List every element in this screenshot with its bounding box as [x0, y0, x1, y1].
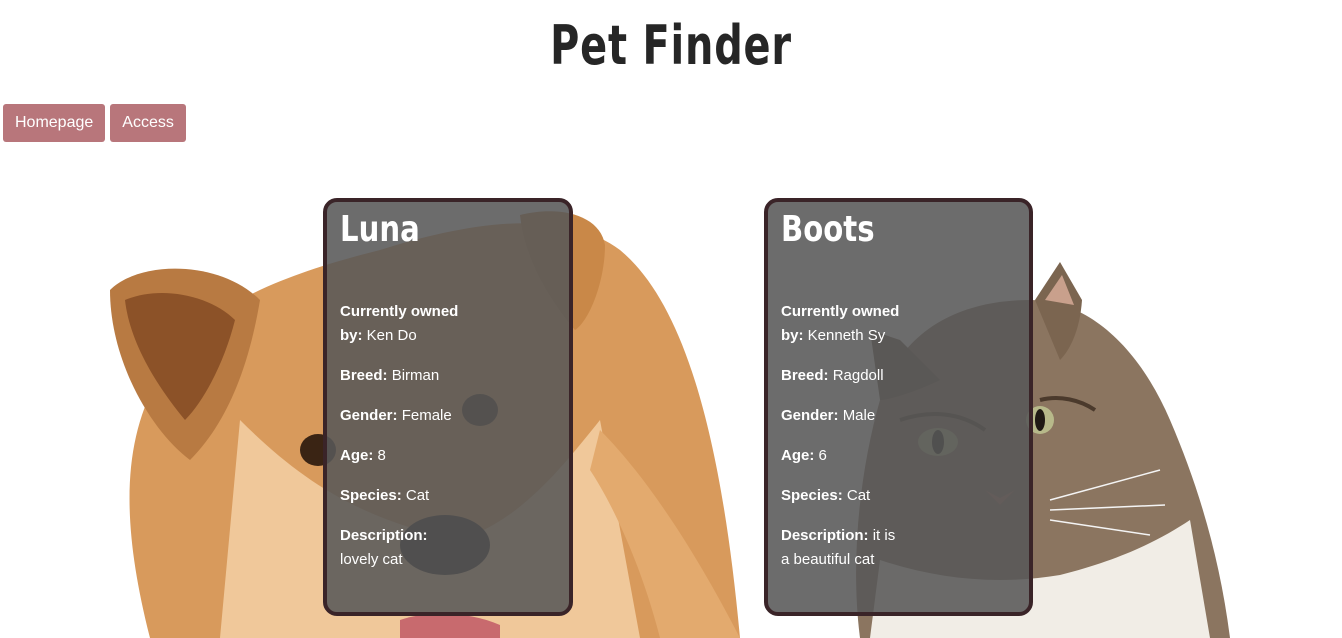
pet-species: Species: Cat — [340, 484, 465, 508]
description-value: lovely cat — [340, 551, 403, 568]
gender-label: Gender: — [781, 407, 839, 424]
pet-breed: Breed: Ragdoll — [781, 364, 906, 388]
species-label: Species: — [781, 487, 843, 504]
species-label: Species: — [340, 487, 402, 504]
breed-label: Breed: — [781, 367, 829, 384]
pet-name: Luna — [340, 209, 420, 250]
page-title: Pet Finder — [550, 14, 792, 77]
breed-value: Ragdoll — [832, 367, 884, 384]
gender-value: Male — [842, 407, 876, 424]
dog-and-cat-background-image — [110, 211, 1230, 638]
species-value: Cat — [405, 487, 430, 504]
description-label: Description: — [781, 527, 869, 544]
breed-label: Breed: — [340, 367, 388, 384]
age-label: Age: — [781, 447, 815, 464]
pet-age: Age: 8 — [340, 444, 465, 468]
homepage-button[interactable]: Homepage — [3, 104, 106, 142]
pet-breed: Breed: Birman — [340, 364, 465, 388]
age-value: 8 — [377, 447, 386, 464]
pet-description: Description: lovely cat — [340, 524, 465, 572]
pet-species: Species: Cat — [781, 484, 906, 508]
gender-label: Gender: — [340, 407, 398, 424]
pet-card: Boots Currently owned by: Kenneth Sy Bre… — [764, 198, 1033, 616]
pet-gender: Gender: Male — [781, 404, 906, 428]
pet-card: Luna Currently owned by: Ken Do Breed: B… — [323, 198, 573, 616]
pet-gender: Gender: Female — [340, 404, 465, 428]
pet-age: Age: 6 — [781, 444, 906, 468]
species-value: Cat — [846, 487, 871, 504]
pet-name: Boots — [781, 209, 875, 250]
age-label: Age: — [340, 447, 374, 464]
nav-bar: Homepage Access — [3, 104, 186, 142]
breed-value: Birman — [391, 367, 440, 384]
pet-owner: Currently owned by: Kenneth Sy — [781, 300, 906, 348]
access-button[interactable]: Access — [110, 104, 186, 142]
age-value: 6 — [818, 447, 827, 464]
owner-value: Ken Do — [366, 327, 417, 344]
gender-value: Female — [401, 407, 452, 424]
pet-description: Description: it is a beautiful cat — [781, 524, 906, 572]
pet-owner: Currently owned by: Ken Do — [340, 300, 465, 348]
owner-value: Kenneth Sy — [807, 327, 886, 344]
description-label: Description: — [340, 527, 428, 544]
